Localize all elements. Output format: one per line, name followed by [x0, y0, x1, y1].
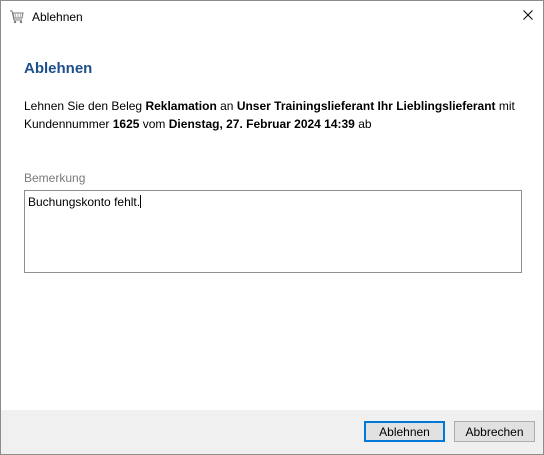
title-bar[interactable]: Ablehnen [1, 1, 543, 32]
customer-number: 1625 [112, 117, 140, 131]
desc-text-4: vom [139, 117, 169, 131]
remark-label: Bemerkung [24, 171, 86, 185]
cancel-button[interactable]: Abbrechen [454, 421, 535, 442]
reject-button[interactable]: Ablehnen [364, 421, 445, 442]
remark-textarea[interactable]: Buchungskonto fehlt. [24, 190, 522, 273]
desc-text-1: Lehnen Sie den Beleg [24, 99, 146, 113]
remark-text: Buchungskonto fehlt. [28, 195, 141, 209]
cart-icon [9, 9, 25, 25]
dialog-heading: Ablehnen [24, 60, 93, 77]
dialog-content: Ablehnen Lehnen Sie den Beleg Reklamatio… [24, 59, 523, 133]
text-caret [140, 195, 142, 208]
document-type: Reklamation [145, 99, 217, 113]
dialog-description: Lehnen Sie den Beleg Reklamation an Unse… [24, 97, 524, 133]
close-button[interactable] [513, 1, 543, 31]
document-date: Dienstag, 27. Februar 2024 14:39 [168, 117, 355, 131]
desc-text-5: ab [354, 117, 372, 131]
window-title: Ablehnen [32, 10, 83, 24]
desc-text-2: an [216, 99, 237, 113]
close-icon [523, 7, 533, 25]
recipient-name: Unser Trainingslieferant Ihr Lieblingsli… [236, 99, 496, 113]
button-bar: Ablehnen Abbrechen [1, 410, 543, 454]
dialog-window: Ablehnen Ablehnen Lehnen Sie den Beleg R… [0, 0, 544, 455]
